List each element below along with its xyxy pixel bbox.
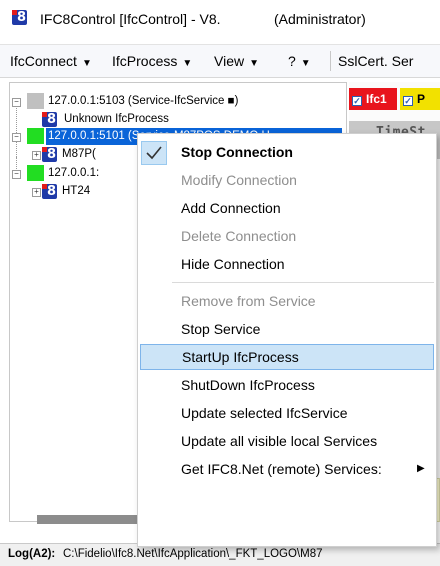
process-tag-label: P (417, 92, 426, 106)
ifc8-process-icon (42, 112, 57, 127)
ifc8-process-icon (42, 184, 57, 199)
tree-node-label: 127.0.0.1:5103 (Service-IfcService ■) (48, 95, 239, 107)
expand-icon[interactable]: + (32, 188, 41, 197)
menu-label: ? (288, 53, 296, 69)
expand-icon[interactable]: + (32, 151, 41, 160)
menu-item-get-remote-services[interactable]: Get IFC8.Net (remote) Services: ▶ (138, 456, 436, 482)
ifc1-tag[interactable]: ✓ Ifc1 (349, 88, 397, 110)
menu-ifcprocess[interactable]: IfcProcess ▼ (112, 53, 192, 69)
menu-label: IfcProcess (112, 53, 178, 69)
menu-view[interactable]: View ▼ (214, 53, 259, 69)
tree-node-unknown-process[interactable]: Unknown IfcProcess (42, 111, 342, 129)
menu-separator (330, 51, 331, 71)
menu-item-update-all-local-services[interactable]: Update all visible local Services (138, 428, 436, 454)
app-icon (12, 10, 27, 25)
menu-item-startup-ifcprocess[interactable]: StartUp IfcProcess (140, 344, 434, 370)
menu-item-label: Remove from Service (181, 293, 316, 309)
menu-item-label: Modify Connection (181, 172, 297, 188)
tree-node-label: HT24 (62, 185, 91, 197)
menu-bar: IfcConnect ▼ IfcProcess ▼ View ▼ ? ▼ SslCert… (0, 44, 440, 78)
menu-separator (172, 282, 434, 283)
ifc1-tag-label: Ifc1 (366, 92, 387, 106)
checkmark-icon (141, 141, 167, 165)
menu-item-label: ShutDown IfcProcess (181, 377, 315, 393)
menu-item-stop-service[interactable]: Stop Service (138, 316, 436, 342)
menu-sslcert[interactable]: SslCert. Ser (338, 53, 413, 69)
status-gray-square-icon (27, 93, 44, 109)
menu-item-update-selected-service[interactable]: Update selected IfcService (138, 400, 436, 426)
menu-item-label: Stop Service (181, 321, 261, 337)
menu-label: View (214, 53, 245, 69)
menu-item-label: Delete Connection (181, 228, 297, 244)
submenu-arrow-icon: ▶ (417, 463, 425, 474)
menu-item-label: Add Connection (181, 200, 281, 216)
tree-node-service-local[interactable]: − 127.0.0.1: (12, 165, 152, 183)
menu-item-label: StartUp IfcProcess (182, 349, 299, 365)
menu-item-add-connection[interactable]: Add Connection (138, 195, 436, 221)
menu-item-label: Get IFC8.Net (remote) Services: (181, 461, 382, 477)
chevron-down-icon: ▼ (300, 58, 311, 69)
menu-item-stop-connection[interactable]: Stop Connection (138, 139, 436, 165)
menu-item-label: Update selected IfcService (181, 405, 348, 421)
menu-item-label: Stop Connection (181, 144, 293, 160)
window-title: IFC8Control [IfcControl] - V8. (40, 11, 221, 27)
checkbox-icon[interactable]: ✓ (352, 96, 362, 106)
menu-item-delete-connection[interactable]: Delete Connection (138, 223, 436, 249)
menu-item-label: Update all visible local Services (181, 433, 378, 449)
menu-item-remove-from-service[interactable]: Remove from Service (138, 288, 436, 314)
chevron-down-icon: ▼ (182, 58, 193, 69)
menu-ifcconnect[interactable]: IfcConnect ▼ (10, 53, 92, 69)
collapse-icon[interactable]: − (12, 170, 21, 179)
context-menu: Stop Connection Modify Connection Add Co… (137, 133, 437, 547)
checkbox-icon[interactable]: ✓ (403, 96, 413, 106)
tree-node-label: Unknown IfcProcess (64, 113, 169, 125)
tree-node-label: 127.0.0.1: (48, 167, 100, 179)
window-title-suffix: (Administrator) (274, 11, 366, 27)
chevron-down-icon: ▼ (81, 58, 92, 69)
tree-node-service-5103[interactable]: − 127.0.0.1:5103 (Service-IfcService ■) (12, 93, 342, 111)
collapse-icon[interactable]: − (12, 98, 21, 107)
chevron-down-icon: ▼ (249, 58, 259, 69)
status-green-square-icon (27, 165, 44, 181)
ifc8-process-icon (42, 147, 57, 162)
collapse-icon[interactable]: − (12, 133, 21, 142)
log-path: C:\Fidelio\Ifc8.Net\IfcApplication\_FKT_… (63, 548, 323, 560)
log-label: Log(A2): (8, 548, 56, 560)
title-bar: IFC8Control [IfcControl] - V8. (Administ… (0, 0, 440, 38)
process-tag[interactable]: ✓ P (400, 88, 440, 110)
menu-item-shutdown-ifcprocess[interactable]: ShutDown IfcProcess (138, 372, 436, 398)
status-green-square-icon (27, 128, 44, 144)
menu-label: IfcConnect (10, 53, 77, 69)
tree-node-m87pos[interactable]: + M87P( (32, 146, 152, 164)
tree-node-ht24[interactable]: + HT24 (32, 183, 152, 201)
menu-item-modify-connection[interactable]: Modify Connection (138, 167, 436, 193)
menu-item-hide-connection[interactable]: Hide Connection (138, 251, 436, 277)
menu-item-label: Hide Connection (181, 256, 285, 272)
menu-help[interactable]: ? ▼ (288, 53, 311, 69)
tree-node-label: M87P( (62, 148, 96, 160)
